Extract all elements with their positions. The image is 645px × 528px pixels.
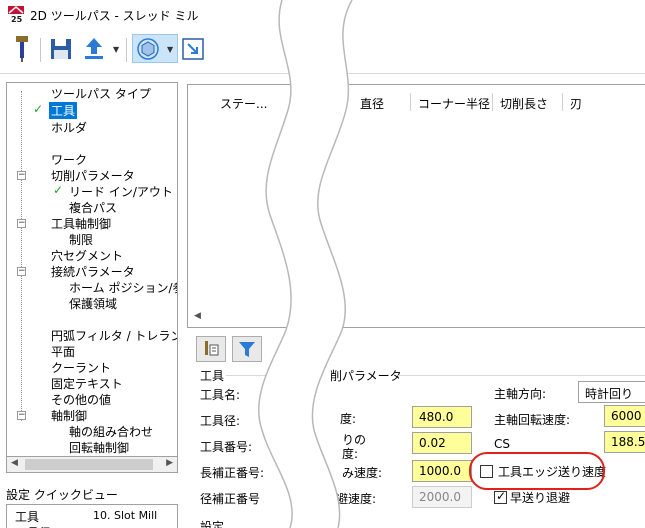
app-logo-icon: 25 xyxy=(8,6,24,23)
diameter-offset-label: 径補正番号 xyxy=(200,492,261,506)
column-header[interactable]: 刃 xyxy=(570,95,582,112)
quickview-key: 工具 xyxy=(15,510,40,524)
tree-line xyxy=(21,91,22,421)
tree-horizontal-scrollbar[interactable]: ◀ ▶ xyxy=(6,456,178,473)
column-header[interactable]: 切削長さ xyxy=(500,95,548,112)
tree-item-cut-params[interactable]: 切削パラメータ xyxy=(51,167,135,184)
check-icon: ✓ xyxy=(53,183,64,197)
tool-manager-button[interactable] xyxy=(196,336,226,362)
tool-brush-icon[interactable] xyxy=(12,36,32,62)
window-title: 2D ツールパス - スレッド ミル xyxy=(30,9,199,23)
save-icon[interactable] xyxy=(50,38,72,60)
tree-item-stock[interactable]: ワーク xyxy=(51,151,87,168)
spindle-direction-label: 主軸方向: xyxy=(494,387,547,401)
tree-item-arc-filter[interactable]: 円弧フィルタ / トレランス xyxy=(51,327,177,344)
check-icon: ✓ xyxy=(33,102,44,116)
column-divider xyxy=(492,93,493,111)
cs-label: CS xyxy=(494,437,510,451)
quickview-panel: 工具 10. Slot Mill 工具径 xyxy=(6,504,178,528)
tree-item-canned-text[interactable]: 固定テキスト xyxy=(51,375,123,392)
rapid-retract-label: 早送り退避 xyxy=(510,491,571,505)
scrollbar-thumb[interactable] xyxy=(25,459,153,470)
settings-label: 設定 xyxy=(200,520,225,528)
tree-item-tool[interactable]: 工具 xyxy=(49,102,78,119)
tree-item-axis-control-2[interactable]: 軸制御 xyxy=(51,407,87,424)
collapse-icon[interactable]: − xyxy=(17,411,26,420)
chevron-down-icon[interactable]: ▼ xyxy=(167,45,173,54)
rapid-retract-checkbox[interactable] xyxy=(494,489,507,504)
scroll-right-icon[interactable]: ▶ xyxy=(166,458,173,468)
scroll-left-icon[interactable]: ◀ xyxy=(11,458,18,468)
tree-item-home-position[interactable]: ホーム ポジション/参照点 xyxy=(69,279,177,296)
column-header[interactable]: 直径 xyxy=(360,95,384,112)
plunge-rate-label: み速度: xyxy=(342,466,383,480)
length-offset-label: 長補正番号: xyxy=(200,466,265,480)
tree-item-linking[interactable]: 接続パラメータ xyxy=(51,263,135,280)
tool-list[interactable]: ステー... 直径 コーナー半径 切削長さ 刃 ◀ xyxy=(187,84,645,328)
cube-view-icon[interactable] xyxy=(137,38,159,60)
scroll-left-icon[interactable]: ◀ xyxy=(194,311,201,321)
tree-item-planes[interactable]: 平面 xyxy=(51,343,75,360)
cut-group-label: 削パラメータ xyxy=(330,369,402,383)
toolbar-divider xyxy=(0,73,645,74)
quickview-key: 工具径 xyxy=(15,524,51,528)
upload-icon[interactable] xyxy=(82,36,106,60)
collapse-icon[interactable]: − xyxy=(17,267,26,276)
column-header[interactable]: コーナー半径 xyxy=(418,95,490,112)
group-border xyxy=(398,375,645,376)
retract-rate-input[interactable]: 2000.0 xyxy=(412,486,472,508)
filter-icon xyxy=(239,342,255,357)
quickview-label: 設定 クイックビュー xyxy=(6,488,118,502)
column-divider xyxy=(562,93,563,111)
feed-per-rev-input[interactable]: 0.02 xyxy=(412,432,472,454)
tree-item-holder[interactable]: ホルダ xyxy=(51,119,87,136)
annotation-highlight xyxy=(469,452,605,490)
column-divider xyxy=(410,93,411,111)
tree-item-coolant[interactable]: クーラント xyxy=(51,359,111,376)
spindle-speed-input[interactable]: 6000 xyxy=(604,405,645,427)
tree-item-limits[interactable]: 制限 xyxy=(69,231,93,248)
parameter-tree[interactable]: ツールパス タイプ ✓ 工具 ホルダ ワーク − 切削パラメータ ✓ リード イ… xyxy=(6,82,178,458)
tool-list-icon xyxy=(205,341,219,356)
toolbar-separator xyxy=(40,38,41,62)
toolbar-separator xyxy=(126,38,127,62)
tool-group-label: 工具 xyxy=(200,369,225,383)
column-header[interactable]: ステー... xyxy=(220,95,267,112)
tool-diameter-label: 工具径: xyxy=(200,414,241,428)
collapse-icon[interactable]: − xyxy=(17,171,26,180)
group-border xyxy=(226,375,286,376)
feed-rate-label: 度: xyxy=(340,412,357,426)
window-arrow-icon[interactable] xyxy=(182,38,204,60)
tool-number-label: 工具番号: xyxy=(200,440,253,454)
quickview-value: 10. Slot Mill xyxy=(93,509,158,522)
title-bar: 25 2D ツールパス - スレッド ミル xyxy=(0,0,645,30)
tree-item-misc-values[interactable]: その他の値 xyxy=(51,391,111,408)
tree-item-toolpath-type[interactable]: ツールパス タイプ xyxy=(51,85,151,102)
tree-item-hole-segment[interactable]: 穴セグメント xyxy=(51,247,123,264)
chevron-down-icon[interactable]: ▼ xyxy=(113,45,119,54)
svg-text:25: 25 xyxy=(11,15,23,23)
cs-input[interactable]: 188.501 xyxy=(604,431,645,453)
filter-button[interactable] xyxy=(232,336,262,362)
feed-rate-input[interactable]: 480.0 xyxy=(412,406,472,428)
retract-rate-label: 避速度: xyxy=(336,492,377,506)
spindle-direction-select[interactable]: 時計回り xyxy=(578,381,645,403)
tree-item-axis-control[interactable]: 工具軸制御 xyxy=(51,215,111,232)
tree-item-lead-in-out[interactable]: リード イン/アウト xyxy=(69,183,173,200)
tree-item-protect-area[interactable]: 保護領域 xyxy=(69,295,117,312)
tree-item-rotary-axis[interactable]: 回転軸制御 xyxy=(69,439,129,456)
tree-item-multi-pass[interactable]: 複合パス xyxy=(69,199,117,216)
feed-per-rev-label-2: 度: xyxy=(342,447,359,461)
plunge-rate-input[interactable]: 1000.0 xyxy=(412,460,472,482)
tool-name-label: 工具名: xyxy=(200,388,241,402)
collapse-icon[interactable]: − xyxy=(17,219,26,228)
spindle-speed-label: 主軸回転速度: xyxy=(494,413,571,427)
tree-item-axis-combination[interactable]: 軸の組み合わせ xyxy=(69,423,153,440)
